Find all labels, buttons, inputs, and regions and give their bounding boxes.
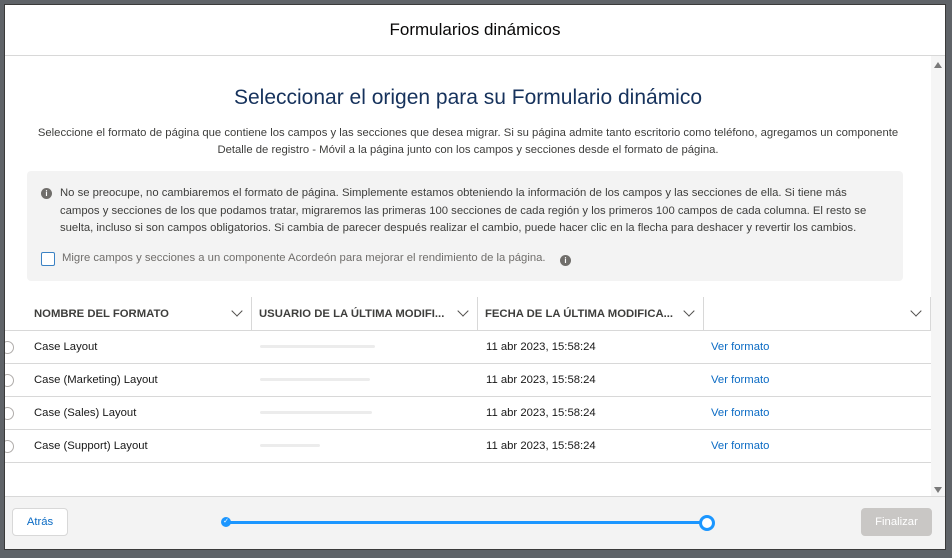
row-radio[interactable] — [5, 341, 14, 354]
table-header: NOMBRE DEL FORMATO USUARIO DE LA ÚLTIMA … — [5, 297, 931, 331]
layout-name: Case (Sales) Layout — [34, 407, 137, 419]
table-row[interactable]: Case (Sales) Layout 11 abr 2023, 15:58:2… — [5, 397, 931, 430]
modified-date: 11 abr 2023, 15:58:24 — [486, 341, 596, 353]
view-layout-link[interactable]: Ver formato — [711, 397, 769, 429]
chevron-down-icon[interactable] — [910, 305, 922, 317]
view-layout-link[interactable]: Ver formato — [711, 430, 769, 462]
modal-title: Formularios dinámicos — [389, 20, 561, 39]
help-info-icon[interactable]: i — [560, 255, 571, 266]
redacted-user — [260, 411, 372, 414]
table-row[interactable]: Case (Marketing) Layout 11 abr 2023, 15:… — [5, 364, 931, 397]
modified-date: 11 abr 2023, 15:58:24 — [486, 440, 596, 452]
modal-footer: Atrás ✓ Finalizar — [5, 496, 945, 549]
vertical-scrollbar[interactable] — [931, 56, 945, 499]
info-icon: i — [41, 188, 52, 199]
view-layout-link[interactable]: Ver formato — [711, 364, 769, 396]
scroll-down-icon[interactable] — [934, 487, 942, 493]
redacted-user — [260, 444, 320, 447]
column-header-last-modified-by[interactable]: USUARIO DE LA ÚLTIMA MODIFI... — [252, 297, 478, 330]
chevron-down-icon[interactable] — [457, 305, 469, 317]
modified-date: 11 abr 2023, 15:58:24 — [486, 407, 596, 419]
row-radio[interactable] — [5, 407, 14, 420]
modal-header: Formularios dinámicos — [5, 5, 945, 56]
progress-bar — [227, 521, 707, 524]
page-description: Seleccione el formato de página que cont… — [37, 127, 899, 156]
redacted-user — [260, 378, 370, 381]
accordion-migration-checkbox[interactable] — [41, 252, 55, 266]
page-heading: Seleccionar el origen para su Formulario… — [233, 86, 703, 109]
scroll-up-icon[interactable] — [934, 62, 942, 68]
finish-button[interactable]: Finalizar — [861, 508, 932, 536]
back-button[interactable]: Atrás — [12, 508, 68, 536]
chevron-down-icon[interactable] — [683, 305, 695, 317]
chevron-down-icon[interactable] — [231, 305, 243, 317]
table-row[interactable]: Case (Support) Layout 11 abr 2023, 15:58… — [5, 430, 931, 463]
view-layout-link[interactable]: Ver formato — [711, 331, 769, 363]
modified-date: 11 abr 2023, 15:58:24 — [486, 374, 596, 386]
step-complete-check-icon: ✓ — [221, 517, 231, 527]
layout-name: Case Layout — [34, 341, 98, 353]
dynamic-forms-modal: Formularios dinámicos Seleccionar el ori… — [4, 4, 946, 550]
row-radio[interactable] — [5, 440, 14, 453]
redacted-user — [260, 345, 375, 348]
row-radio[interactable] — [5, 374, 14, 387]
modal-content: Seleccionar el origen para su Formulario… — [5, 56, 931, 499]
accordion-migration-label[interactable]: Migre campos y secciones a un componente… — [62, 252, 546, 264]
column-header-actions[interactable] — [704, 297, 931, 330]
info-text: No se preocupe, no cambiaremos el format… — [60, 187, 867, 234]
layouts-table: NOMBRE DEL FORMATO USUARIO DE LA ÚLTIMA … — [5, 297, 931, 463]
layout-name: Case (Marketing) Layout — [34, 374, 158, 386]
table-row[interactable]: Case Layout 11 abr 2023, 15:58:24 Ver fo… — [5, 331, 931, 364]
column-header-last-modified-date[interactable]: FECHA DE LA ÚLTIMA MODIFICA... — [478, 297, 704, 330]
info-box: i No se preocupe, no cambiaremos el form… — [27, 171, 903, 281]
column-header-layout-name[interactable]: NOMBRE DEL FORMATO — [27, 297, 252, 330]
layout-name: Case (Support) Layout — [34, 440, 148, 452]
step-current-indicator — [699, 515, 715, 531]
